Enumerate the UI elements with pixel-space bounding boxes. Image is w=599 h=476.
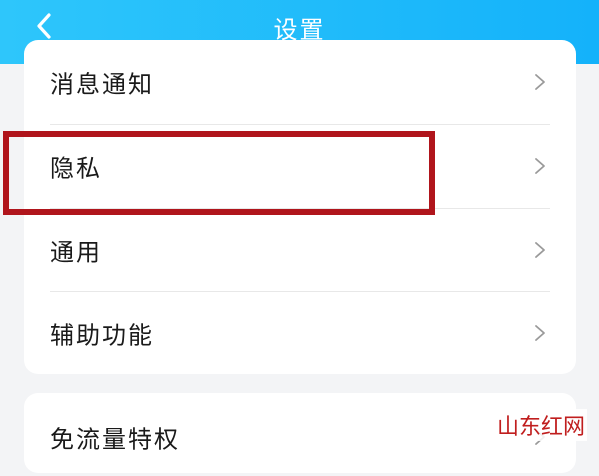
chevron-right-icon	[535, 73, 545, 90]
settings-item-data-free[interactable]: 免流量特权	[24, 393, 576, 476]
settings-item-general[interactable]: 通用	[24, 208, 576, 291]
settings-card-main: 消息通知 隐私 通用 辅助功能	[24, 40, 576, 374]
settings-card-secondary: 免流量特权	[24, 393, 576, 473]
settings-item-notifications[interactable]: 消息通知	[24, 40, 576, 123]
settings-item-accessibility[interactable]: 辅助功能	[24, 291, 576, 374]
settings-item-label: 消息通知	[50, 70, 154, 98]
watermark: 山东红网	[494, 409, 587, 441]
settings-item-label: 免流量特权	[50, 425, 180, 454]
chevron-right-icon	[535, 157, 545, 174]
settings-item-label: 隐私	[50, 154, 102, 182]
chevron-right-icon	[535, 241, 545, 258]
settings-item-label: 通用	[50, 238, 102, 266]
settings-item-label: 辅助功能	[50, 321, 154, 349]
chevron-right-icon	[535, 324, 545, 341]
settings-item-privacy[interactable]: 隐私	[24, 124, 576, 207]
